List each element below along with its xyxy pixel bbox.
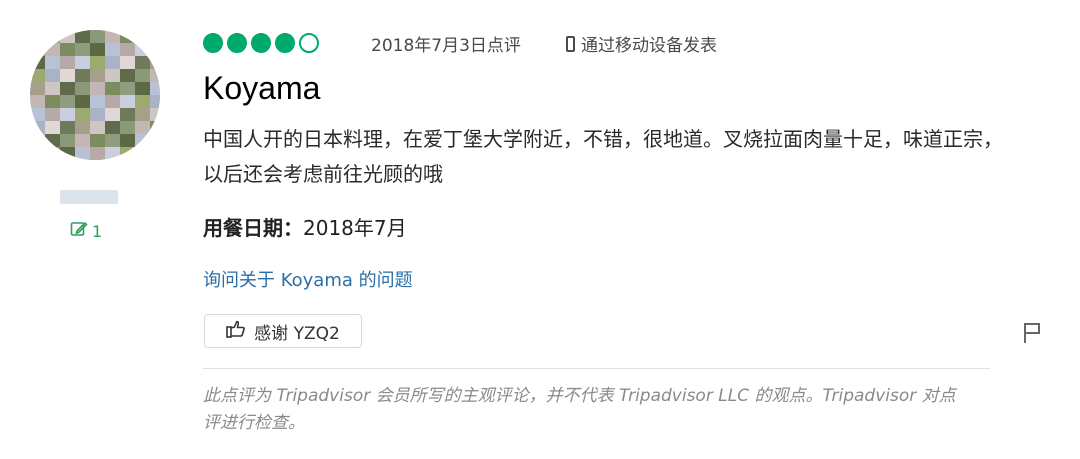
visit-date: 用餐日期：2018年7月 bbox=[203, 212, 407, 241]
ask-question-link[interactable]: 询问关于 Koyama 的问题 bbox=[203, 266, 413, 292]
visit-date-value: 2018年7月 bbox=[303, 216, 407, 240]
rating-bubbles bbox=[203, 33, 319, 53]
disclaimer: 此点评为 Tripadvisor 会员所写的主观评论，并不代表 Tripadvi… bbox=[203, 386, 956, 433]
flag-icon[interactable] bbox=[1022, 322, 1042, 344]
review-title: Koyama bbox=[203, 70, 321, 106]
rating-bubble bbox=[227, 33, 247, 53]
edit-icon bbox=[70, 220, 88, 242]
review-source: 通过移动设备发表 bbox=[566, 31, 717, 56]
thumbs-up-icon bbox=[226, 320, 246, 343]
contribution-count-value: 1 bbox=[92, 221, 103, 241]
contribution-count: 1 bbox=[70, 220, 102, 242]
review-date: 2018年7月3日点评 bbox=[371, 36, 521, 56]
thanks-button[interactable]: 感谢 YZQ2 bbox=[204, 314, 362, 348]
divider bbox=[203, 368, 990, 369]
rating-bubble bbox=[275, 33, 295, 53]
review-body: 中国人开的日本料理，在爱丁堡大学附近，不错，很地道。叉烧拉面肉量十足，味道正宗，… bbox=[203, 127, 1003, 186]
rating-bubble bbox=[299, 33, 319, 53]
visit-date-label: 用餐日期： bbox=[203, 216, 303, 240]
rating-bubble bbox=[251, 33, 271, 53]
review-source-label: 通过移动设备发表 bbox=[581, 36, 717, 56]
avatar[interactable] bbox=[30, 30, 160, 160]
rating-bubble bbox=[203, 33, 223, 53]
thanks-label: 感谢 YZQ2 bbox=[254, 323, 340, 344]
username-blurred[interactable] bbox=[60, 190, 118, 204]
phone-icon bbox=[566, 35, 575, 52]
